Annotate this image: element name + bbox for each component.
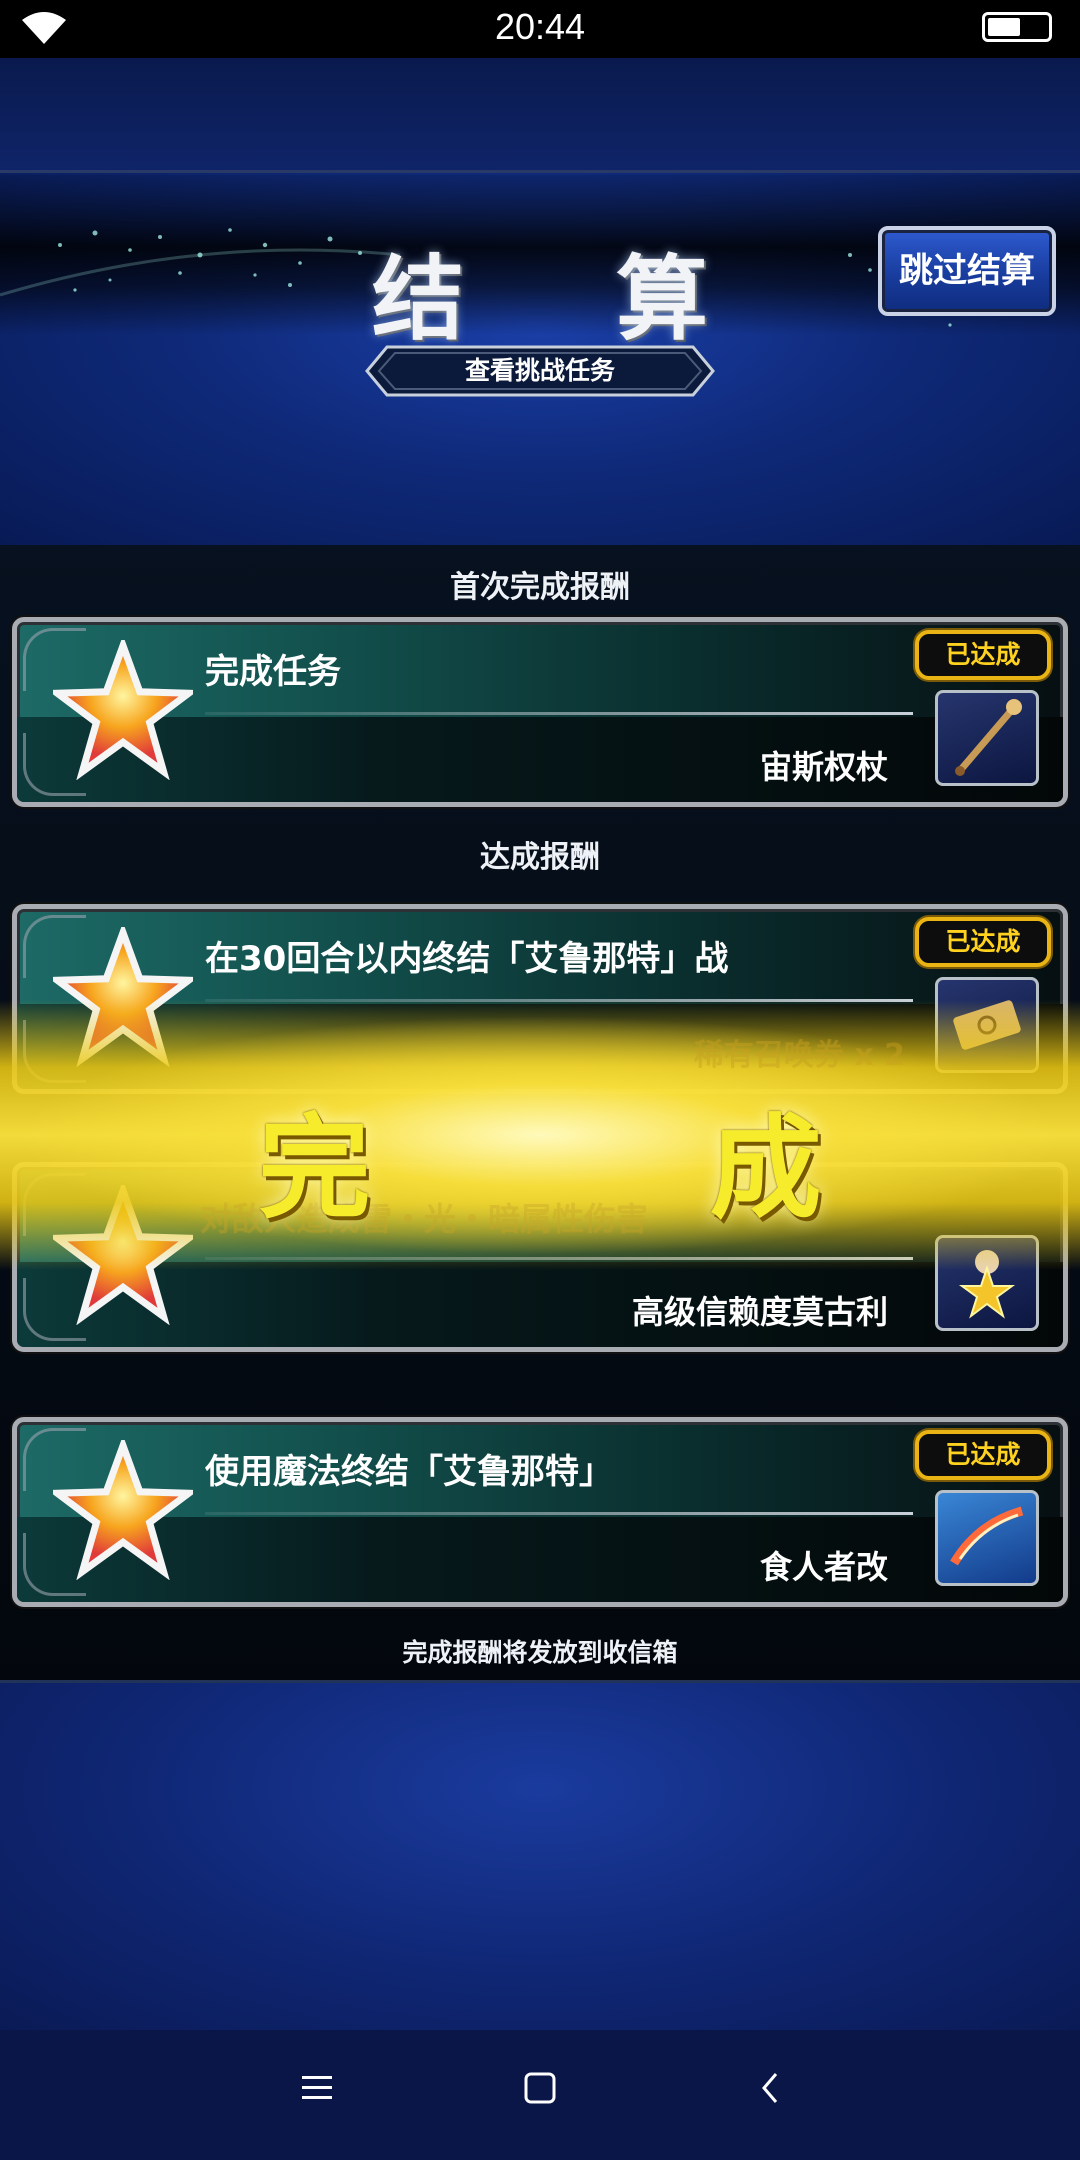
menu-icon[interactable] (300, 2070, 336, 2106)
view-challenge-tasks-button[interactable]: 查看挑战任务 (365, 345, 715, 397)
star-icon (53, 640, 193, 780)
achievement-heading: 达成报酬 (480, 840, 600, 875)
scepter-icon (935, 690, 1039, 786)
system-nav-bar (0, 2030, 1080, 2160)
back-icon[interactable] (752, 2070, 788, 2106)
background-top (0, 58, 1080, 170)
background-bottom (0, 1680, 1080, 2033)
view-challenge-tasks-label: 查看挑战任务 (464, 356, 615, 385)
reward-name: 宙斯权杖 (759, 748, 888, 786)
mailbox-note: 完成报酬将发放到收信箱 (402, 1638, 678, 1667)
skip-settlement-button[interactable]: 跳过结算 (878, 226, 1056, 316)
task-title: 使用魔法终结「艾鲁那特」 (205, 1452, 613, 1492)
status-bar: 20:44 (0, 0, 1080, 58)
achieved-badge: 已达成 (915, 630, 1051, 680)
task-title: 完成任务 (205, 652, 341, 692)
home-icon[interactable] (522, 2070, 558, 2106)
reward-name: 稀有召唤券 x 2 (693, 1038, 905, 1073)
sword-slash-icon (935, 1490, 1039, 1586)
achieved-badge: 已达成 (915, 917, 1051, 967)
reward-card: 完成任务 宙斯权杖 已达成 (12, 617, 1068, 807)
achieved-badge: 已达成 (915, 1430, 1051, 1480)
clock: 20:44 (494, 6, 586, 47)
reward-name: 高级信赖度莫古利 (631, 1293, 888, 1331)
complete-banner: 完 成 (258, 1104, 972, 1234)
star-icon (53, 1440, 193, 1580)
reward-name: 食人者改 (759, 1548, 888, 1586)
task-title: 在30回合以内终结「艾鲁那特」战 (205, 939, 729, 979)
first-clear-heading: 首次完成报酬 (450, 570, 630, 605)
battery-icon (982, 12, 1052, 42)
reward-card: 使用魔法终结「艾鲁那特」 食人者改 已达成 (12, 1417, 1068, 1607)
